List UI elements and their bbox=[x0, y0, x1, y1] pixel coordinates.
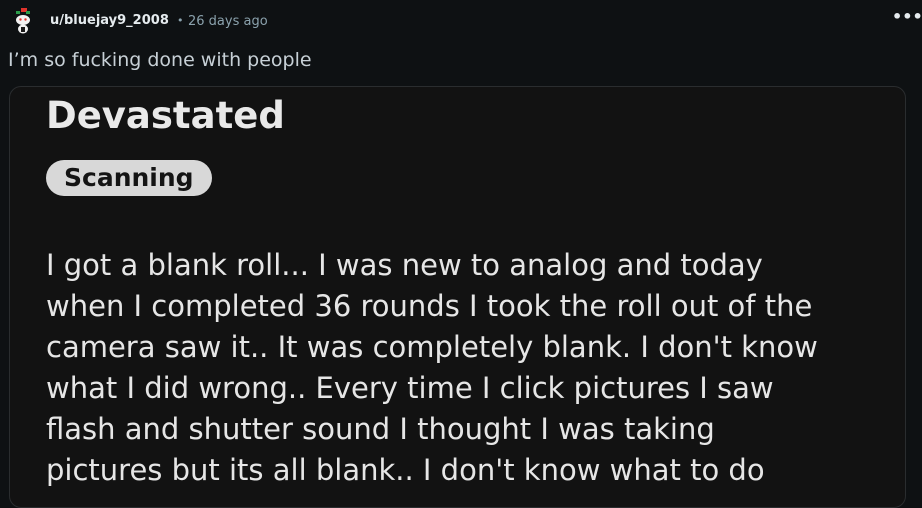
post-header: u/bluejay9_2008 • 26 days ago ••• bbox=[8, 5, 922, 35]
more-options-icon[interactable]: ••• bbox=[892, 9, 922, 30]
body-line: what I did wrong.. Every time I click pi… bbox=[46, 371, 774, 405]
body-line: pictures but its all blank.. I don't kno… bbox=[46, 453, 765, 487]
post-timestamp: 26 days ago bbox=[188, 14, 268, 29]
body-line: camera saw it.. It was completely blank.… bbox=[46, 330, 818, 364]
post-title[interactable]: I’m so fucking done with people bbox=[8, 49, 312, 71]
separator-dot: • bbox=[177, 14, 184, 27]
body-line: I got a blank roll... I was new to analo… bbox=[46, 248, 763, 282]
card-title: Devastated bbox=[46, 94, 285, 137]
body-line: when I completed 36 rounds I took the ro… bbox=[46, 289, 813, 323]
card-body-text: I got a blank roll... I was new to analo… bbox=[46, 245, 886, 491]
reddit-snoo-avatar-icon[interactable] bbox=[12, 8, 34, 34]
body-line: flash and shutter sound I thought I was … bbox=[46, 412, 715, 446]
image-card[interactable]: Devastated Scanning I got a blank roll..… bbox=[9, 86, 906, 508]
flair-tag: Scanning bbox=[46, 160, 212, 196]
username-link[interactable]: u/bluejay9_2008 bbox=[50, 13, 169, 28]
